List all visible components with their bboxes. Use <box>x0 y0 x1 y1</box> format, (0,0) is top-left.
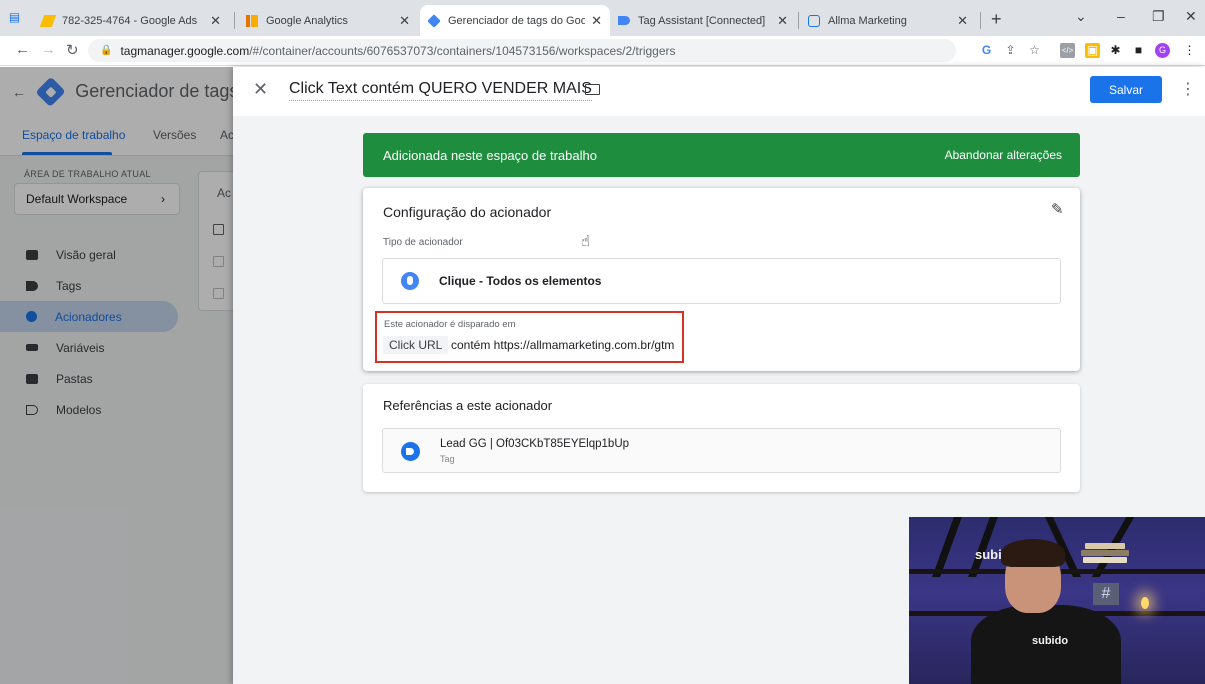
close-icon[interactable]: ✕ <box>591 13 602 29</box>
google-analytics-icon <box>246 14 258 27</box>
tab-gtm[interactable]: Gerenciador de tags do Google ✕ <box>420 5 610 36</box>
new-tab-icon[interactable]: + <box>991 9 1002 30</box>
url-path: /#/container/accounts/6076537073/contain… <box>249 43 676 58</box>
tab-allma-marketing[interactable]: Allma Marketing ✕ <box>800 5 976 36</box>
discard-changes-link[interactable]: Abandonar alterações <box>945 148 1062 162</box>
references-card: Referências a este acionador Lead GG | O… <box>363 384 1080 492</box>
tab-tag-assistant[interactable]: Tag Assistant [Connected] ✕ <box>610 5 796 36</box>
google-ads-icon <box>39 14 57 27</box>
save-button[interactable]: Salvar <box>1090 76 1162 103</box>
reference-name: Lead GG | Of03CKbT85EYElqp1bUp <box>440 438 630 450</box>
trigger-config-card[interactable]: Configuração do acionador ✎ Tipo de acio… <box>363 188 1080 371</box>
tab-search-icon[interactable]: ▤ <box>7 10 22 25</box>
chevron-down-icon[interactable]: ⌄ <box>1075 8 1087 25</box>
card-title: Referências a este acionador <box>383 398 553 413</box>
restore-icon[interactable]: ❐ <box>1152 8 1165 25</box>
google-translate-icon[interactable]: G <box>979 43 994 58</box>
bookmark-star-icon[interactable]: ☆ <box>1027 43 1042 58</box>
panel-header: ✕ Click Text contém QUERO VENDER MAIS Sa… <box>233 67 1205 116</box>
reference-item[interactable]: Lead GG | Of03CKbT85EYElqp1bUp Tag <box>382 428 1061 473</box>
url-host: tagmanager.google.com <box>120 43 250 58</box>
book <box>1085 543 1125 549</box>
mouse-click-icon <box>401 272 419 290</box>
gtm-icon <box>427 13 441 28</box>
allma-icon <box>808 14 820 27</box>
tab-google-analytics[interactable]: Google Analytics ✕ <box>238 5 418 36</box>
extensions-puzzle-icon[interactable]: ✱ <box>1108 43 1123 58</box>
lock-icon: 🔒 <box>100 45 113 56</box>
tag-assistant-icon <box>618 16 630 25</box>
tab-separator <box>798 12 799 29</box>
trigger-type-label: Tipo de acionador <box>383 237 463 248</box>
tab-separator <box>234 12 235 29</box>
person-hair <box>1001 539 1065 567</box>
share-icon[interactable]: ⇪ <box>1003 43 1018 58</box>
close-icon[interactable]: ✕ <box>957 13 968 29</box>
close-window-icon[interactable]: ✕ <box>1185 8 1197 25</box>
browser-toolbar: ← → ↻ 🔒 tagmanager.google.com/#/containe… <box>0 36 1205 66</box>
browser-tab-strip: ▤ 782-325-4764 - Google Ads ✕ Google Ana… <box>0 0 1205 36</box>
variable-chip: Click URL <box>383 336 449 354</box>
close-icon[interactable]: ✕ <box>777 13 788 29</box>
close-icon[interactable]: ✕ <box>210 13 221 29</box>
workspace-status-banner: Adicionada neste espaço de trabalho Aban… <box>363 133 1080 177</box>
book <box>1081 550 1129 556</box>
close-icon[interactable]: ✕ <box>399 13 410 29</box>
condition-text: contém https://allmamarketing.com.br/gtm <box>451 338 675 352</box>
trigger-type-box[interactable]: Clique - Todos os elementos <box>382 258 1061 304</box>
forward-arrow-icon[interactable]: → <box>41 41 56 58</box>
profile-avatar[interactable]: G <box>1155 43 1170 58</box>
book <box>1083 557 1127 563</box>
reload-icon[interactable]: ↻ <box>66 41 79 59</box>
shelf-beam <box>932 517 962 577</box>
chrome-menu-icon[interactable]: ⋮ <box>1182 43 1197 58</box>
shirt-logo-text: subido <box>1032 635 1069 647</box>
webcam-overlay: # subid subido <box>909 517 1205 684</box>
address-bar[interactable]: 🔒 tagmanager.google.com/#/container/acco… <box>88 39 956 62</box>
more-vert-icon[interactable]: ⋮ <box>1180 79 1196 99</box>
banner-text: Adicionada neste espaço de trabalho <box>383 147 597 163</box>
card-title: Configuração do acionador <box>383 204 552 220</box>
firing-condition-highlight: Este acionador é disparado em Click URL … <box>375 311 684 363</box>
tab-google-ads[interactable]: 782-325-4764 - Google Ads ✕ <box>34 5 229 36</box>
dim-overlay <box>0 67 233 684</box>
reference-type: Tag <box>440 454 455 464</box>
extension-yellow-icon[interactable]: ▣ <box>1085 43 1100 58</box>
minimize-icon[interactable]: – <box>1117 8 1125 24</box>
firing-label: Este acionador é disparado em <box>384 319 516 330</box>
folder-icon[interactable] <box>585 84 600 95</box>
trigger-name[interactable]: Click Text contém QUERO VENDER MAIS <box>289 80 592 101</box>
pencil-icon[interactable]: ✎ <box>1051 200 1064 218</box>
tag-icon <box>401 442 420 461</box>
lamp-light <box>1141 597 1149 609</box>
hashtag-sign: # <box>1093 583 1119 605</box>
extension-code-icon[interactable]: </> <box>1060 43 1075 58</box>
hand-cursor-icon: ☝ <box>581 233 591 250</box>
tab-separator <box>980 12 981 29</box>
side-panel-icon[interactable]: ■ <box>1131 43 1146 58</box>
back-arrow-icon[interactable]: ← <box>15 41 30 58</box>
trigger-type-name: Clique - Todos os elementos <box>439 274 602 288</box>
close-icon[interactable]: ✕ <box>253 79 268 100</box>
